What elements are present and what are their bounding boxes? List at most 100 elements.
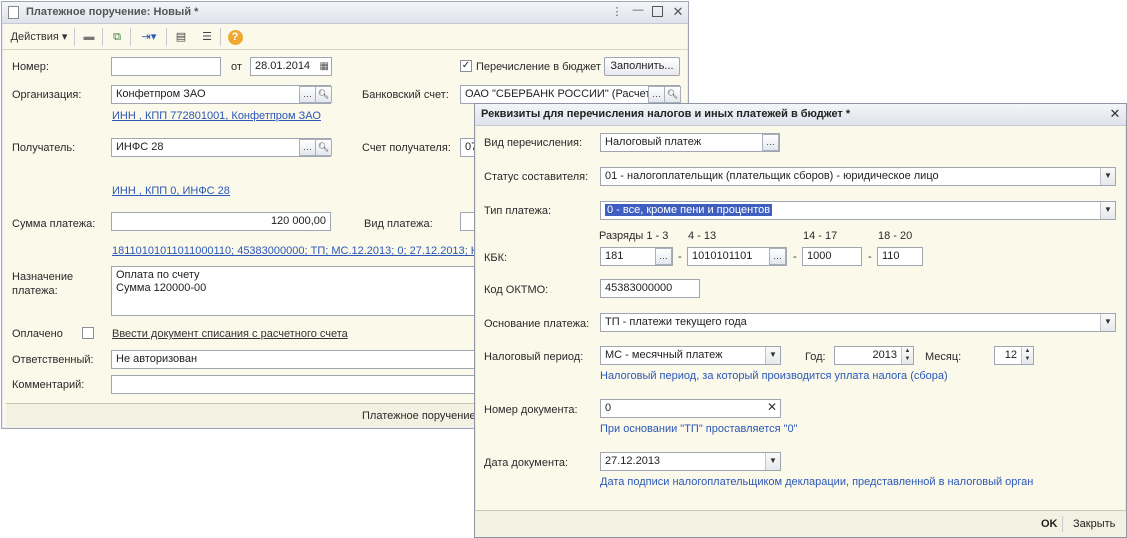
status-label: Статус составителя:: [484, 171, 589, 183]
recipient-search-icon[interactable]: 🔍︎: [315, 139, 332, 156]
recipient-field[interactable]: ИНФС 28: [111, 138, 331, 157]
kbk-header-4: 18 - 20: [878, 230, 913, 242]
doc-date-label: Дата документа:: [484, 457, 569, 469]
save-icon[interactable]: ▬: [80, 28, 98, 46]
clear-doc-number-icon[interactable]: ✕: [764, 400, 780, 417]
print-icon[interactable]: ▤: [172, 28, 190, 46]
organization-select-button[interactable]: …: [299, 86, 316, 103]
purpose-field[interactable]: Оплата по счету Сумма 120000-00: [111, 266, 481, 316]
close-button[interactable]: Закрыть: [1073, 518, 1115, 530]
organization-search-icon[interactable]: 🔍︎: [315, 86, 332, 103]
comment-label: Комментарий:: [12, 379, 85, 391]
recipient-value: ИНФС 28: [116, 141, 164, 153]
maximize-icon[interactable]: [652, 6, 663, 17]
year-spinner-icon[interactable]: ▲ ▼: [901, 347, 913, 364]
kbk-select-button[interactable]: …: [655, 248, 672, 265]
oktmo-field[interactable]: 45383000000: [600, 279, 700, 298]
amount-label: Сумма платежа:: [12, 218, 96, 230]
actions-menu-button[interactable]: Действия ▾: [6, 28, 72, 46]
toolbar-separator: [102, 28, 103, 46]
budget-transfer-label: Перечисление в бюджет: [476, 61, 601, 73]
fill-button[interactable]: Заполнить...: [604, 57, 680, 76]
basis-dropdown-icon[interactable]: ▼: [1100, 314, 1115, 331]
payment-type-dropdown-icon[interactable]: ▼: [1100, 202, 1115, 219]
month-label: Месяц:: [925, 351, 962, 363]
status-field[interactable]: 01 - налогоплательщик (плательщик сборов…: [600, 167, 1116, 186]
write-off-link[interactable]: Ввести документ списания с расчетного сч…: [112, 328, 348, 340]
kbk-header-2: 4 - 13: [688, 230, 717, 242]
tax-period-dropdown-icon[interactable]: ▼: [765, 347, 780, 364]
dialog-title: Реквизиты для перечисления налогов и ины…: [481, 108, 851, 120]
calendar-icon[interactable]: ▦: [320, 60, 329, 73]
toolbar-separator: [74, 28, 75, 46]
status-dropdown-icon[interactable]: ▼: [1100, 168, 1115, 185]
doc-date-dropdown-icon[interactable]: ▼: [765, 453, 780, 470]
close-icon[interactable]: ✕: [670, 4, 686, 20]
doc-date-field[interactable]: 27.12.2013: [600, 452, 781, 471]
main-window-title: Платежное поручение: Новый *: [26, 6, 199, 18]
copy-doc-icon[interactable]: ⧉: [108, 28, 126, 46]
org-inn-link[interactable]: ИНН , КПП 772801001, Конфетпром ЗАО: [112, 110, 321, 122]
bank-account-field[interactable]: ОАО "СБЕРБАНК РОССИИ" (Расчетный): [460, 85, 680, 104]
payment-kind-label: Вид платежа:: [364, 218, 433, 230]
payment-type-value: 0 - все, кроме пени и процентов: [605, 204, 773, 216]
responsible-label: Ответственный:: [12, 354, 94, 366]
recipient-inn-link[interactable]: ИНН , КПП 0, ИНФС 28: [112, 185, 230, 197]
kbk-part4-field[interactable]: 110: [877, 247, 923, 266]
responsible-field[interactable]: Не авторизован: [111, 350, 481, 369]
amount-field[interactable]: 120 000,00: [111, 212, 331, 231]
comment-field[interactable]: [111, 375, 481, 394]
tax-period-label: Налоговый период:: [484, 351, 584, 363]
date-field[interactable]: 28.01.2014 ▦: [250, 57, 332, 76]
bank-account-value: ОАО "СБЕРБАНК РОССИИ" (Расчетный): [465, 88, 675, 100]
kbk-part1-value: 181: [605, 250, 624, 262]
ok-button[interactable]: OK: [1041, 518, 1058, 530]
budget-details-link[interactable]: 18110101011011000110; 45383000000; ТП; М…: [112, 245, 476, 257]
actions-label: Действия: [10, 31, 59, 43]
transfer-type-select-button[interactable]: …: [762, 134, 779, 151]
oktmo-label: Код ОКТМО:: [484, 284, 549, 296]
kbk-header-1: Разряды 1 - 3: [599, 230, 669, 242]
status-value: 01 - налогоплательщик (плательщик сборов…: [605, 170, 939, 182]
doc-icon: [8, 6, 19, 19]
recipient-select-button[interactable]: …: [299, 139, 316, 156]
dialog-close-icon[interactable]: ✕: [1107, 106, 1123, 122]
bank-account-search-icon[interactable]: 🔍︎: [664, 86, 681, 103]
paid-label: Оплачено: [12, 328, 63, 340]
paid-checkbox[interactable]: [82, 327, 94, 339]
main-title-bar: Платежное поручение: Новый * ⋮ — ✕: [2, 2, 688, 24]
doc-number-hint: При основании "ТП" проставляется "0": [600, 423, 798, 435]
month-spinner-icon[interactable]: ▲ ▼: [1021, 347, 1033, 364]
transfer-type-value: Налоговый платеж: [605, 136, 702, 148]
menu-icon[interactable]: ⋮: [609, 5, 625, 21]
transfer-type-label: Вид перечисления:: [484, 137, 583, 149]
kbk-label: КБК:: [484, 252, 508, 264]
payment-type-field[interactable]: 0 - все, кроме пени и процентов: [600, 201, 1116, 220]
kbk-dash: -: [678, 251, 682, 263]
tax-period-field[interactable]: МС - месячный платеж: [600, 346, 781, 365]
minimize-icon[interactable]: —: [630, 4, 646, 20]
number-field[interactable]: [111, 57, 221, 76]
tax-period-hint: Налоговый период, за который производитс…: [600, 370, 948, 382]
kbk-part2-select-button[interactable]: …: [769, 248, 786, 265]
payment-type-label: Тип платежа:: [484, 205, 552, 217]
bank-account-select-button[interactable]: …: [648, 86, 665, 103]
input-based-icon[interactable]: ⇥▾: [136, 28, 162, 46]
transfer-type-field[interactable]: Налоговый платеж: [600, 133, 780, 152]
date-from-label: от: [231, 61, 242, 73]
doc-number-field[interactable]: 0: [600, 399, 781, 418]
structure-icon[interactable]: ☰: [198, 28, 216, 46]
kbk-dash: -: [868, 251, 872, 263]
kbk-part3-field[interactable]: 1000: [802, 247, 862, 266]
toolbar-border: [2, 49, 688, 50]
doc-date-value: 27.12.2013: [605, 455, 661, 467]
budget-transfer-checkbox[interactable]: ✓: [460, 60, 472, 72]
doc-date-hint: Дата подписи налогоплательщиком декларац…: [600, 476, 1034, 488]
recipient-account-label: Счет получателя:: [362, 142, 451, 154]
basis-field[interactable]: ТП - платежи текущего года: [600, 313, 1116, 332]
help-icon[interactable]: ?: [226, 28, 244, 46]
organization-field[interactable]: Конфетпром ЗАО: [111, 85, 331, 104]
dialog-title-bar: Реквизиты для перечисления налогов и ины…: [475, 104, 1126, 126]
dialog-footer: OK Закрыть: [475, 510, 1126, 537]
budget-details-dialog: Реквизиты для перечисления налогов и ины…: [474, 103, 1127, 538]
